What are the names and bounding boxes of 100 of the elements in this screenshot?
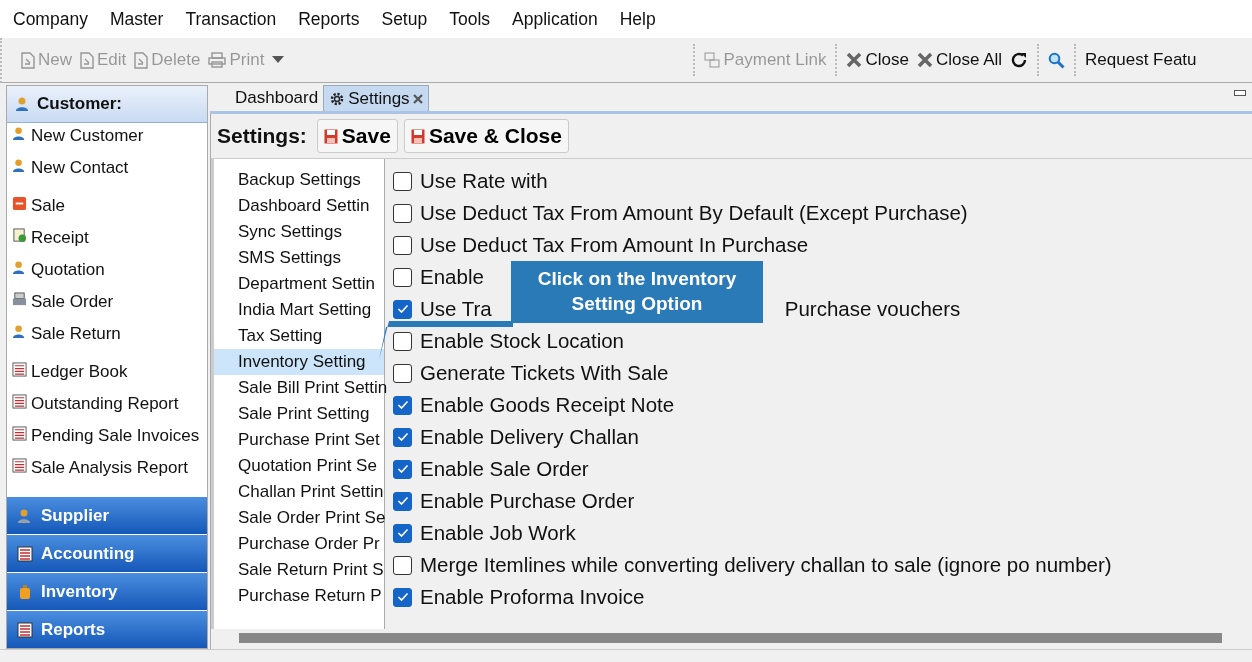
settings-title: Settings: (217, 124, 307, 148)
sidebar-item[interactable]: Sale Analysis Report (7, 458, 207, 490)
option-label: Use Tra (420, 297, 492, 321)
sidebar-item[interactable]: New Contact (7, 158, 207, 190)
sidebar-item[interactable]: Sale Return (7, 324, 207, 356)
sidebar-item[interactable]: Ledger Book (7, 362, 207, 394)
option-label: Use Deduct Tax From Amount In Purchase (420, 233, 809, 257)
settings-category[interactable]: Sale Return Print S (214, 557, 384, 583)
sidebar-item[interactable]: Quotation (7, 260, 207, 292)
close-button[interactable]: Close All (913, 48, 1006, 72)
settings-category[interactable]: Sale Bill Print Settin (214, 375, 384, 401)
checkbox[interactable] (393, 459, 412, 479)
save-button[interactable]: Save (316, 119, 398, 153)
tab[interactable]: Settings (323, 85, 429, 111)
checkbox[interactable] (393, 171, 412, 191)
settings-category[interactable]: Purchase Print Set (214, 427, 384, 453)
sidebar-section-header[interactable]: Accounting (7, 534, 207, 572)
report-icon (12, 362, 27, 377)
sidebar-item[interactable]: New Customer (7, 126, 207, 158)
option-label: Use Rate with (420, 169, 548, 193)
settings-category[interactable]: Quotation Print Se (214, 453, 384, 479)
settings-icon (329, 90, 346, 107)
checkbox[interactable] (393, 363, 412, 383)
sidebar-item[interactable]: Pending Sale Invoices (7, 426, 207, 458)
settings-category[interactable]: Purchase Order Pr (214, 531, 384, 557)
person-icon (12, 158, 27, 173)
settings-category[interactable]: Sale Print Setting (214, 401, 384, 427)
settings-category[interactable]: Sale Order Print Se (214, 505, 384, 531)
settings-category[interactable]: Dashboard Settin (214, 193, 384, 219)
person-icon (12, 324, 27, 339)
settings-category[interactable]: Purchase Return P (214, 583, 384, 609)
report-icon (17, 621, 33, 638)
checkbox[interactable] (393, 203, 412, 223)
checkbox[interactable] (393, 427, 412, 447)
check-icon (396, 496, 409, 506)
sidebar-item[interactable]: Outstanding Report (7, 394, 207, 426)
sidebar-item[interactable]: Sale Order (7, 292, 207, 324)
menu-item[interactable]: Help (619, 8, 656, 30)
settings-category[interactable]: Backup Settings (214, 167, 384, 193)
caret-icon (272, 56, 285, 64)
settings-category[interactable]: Inventory Setting (214, 349, 384, 375)
checkbox[interactable] (393, 235, 412, 255)
checkbox[interactable] (393, 267, 412, 287)
bottle-icon (17, 583, 33, 600)
sidebar-section-header[interactable]: Supplier (7, 496, 207, 534)
menu-item[interactable]: Setup (381, 8, 428, 30)
checkbox[interactable] (393, 395, 412, 415)
menu-item[interactable]: Master (109, 8, 164, 30)
document-icon (21, 51, 35, 69)
option-label: Enable Proforma Invoice (420, 585, 645, 609)
check-icon (396, 432, 409, 442)
option-label: Enable Goods Receipt Note (420, 393, 675, 417)
request-feature-button[interactable]: Request Featu (1082, 48, 1200, 72)
option-label: Use Deduct Tax From Amount By Default (Except Purchase) (420, 201, 968, 225)
close-button[interactable]: Close (843, 48, 912, 72)
save-icon (323, 128, 338, 144)
menu-item[interactable]: Tools (449, 8, 491, 30)
settings-category[interactable]: Challan Print Settin (214, 479, 384, 505)
settings-category[interactable]: Sync Settings (214, 219, 384, 245)
sale-icon (12, 196, 27, 211)
person-icon (15, 96, 31, 112)
close-icon (916, 52, 933, 68)
sidebar-item[interactable]: Receipt (7, 228, 207, 260)
settings-category[interactable]: India Mart Setting (214, 297, 384, 323)
customer-section-header[interactable]: Customer: (7, 86, 207, 123)
check-icon (396, 528, 409, 538)
settings-category[interactable]: Department Settin (214, 271, 384, 297)
scrollbar-thumb[interactable] (239, 633, 1222, 643)
checkbox[interactable] (393, 555, 412, 575)
close-icon[interactable] (412, 93, 423, 104)
menu-item[interactable]: Transaction (185, 8, 277, 30)
menu-item[interactable]: Application (512, 8, 598, 30)
check-icon (396, 592, 409, 602)
menu-item[interactable]: Company (13, 8, 88, 30)
sidebar-section-header[interactable]: Inventory (7, 572, 207, 610)
report-icon (12, 458, 27, 473)
option-label: Generate Tickets With Sale (420, 361, 669, 385)
checkbox[interactable] (393, 331, 412, 351)
sidebar-section-header[interactable]: Reports (7, 610, 207, 648)
save-close-button[interactable]: Save & Close (403, 119, 569, 153)
checkbox[interactable] (393, 587, 412, 607)
tab[interactable]: Dashboard (230, 85, 324, 110)
minimize-icon[interactable] (1234, 90, 1246, 96)
report-icon (12, 426, 27, 441)
menu-item[interactable]: Reports (298, 8, 360, 30)
sidebar-item[interactable]: Sale (7, 196, 207, 228)
check-icon (396, 464, 409, 474)
settings-category[interactable]: SMS Settings (214, 245, 384, 271)
option-label: Enable Stock Location (420, 329, 624, 353)
option-label: Enable Sale Order (420, 457, 589, 481)
checkbox[interactable] (393, 523, 412, 543)
checkbox[interactable] (393, 299, 412, 319)
option-label: Enable Delivery Challan (420, 425, 639, 449)
link-icon (704, 52, 721, 68)
report-icon (17, 545, 33, 562)
person-icon (12, 260, 27, 275)
document-icon (134, 51, 149, 69)
checkbox[interactable] (393, 491, 412, 511)
document-icon (80, 51, 94, 69)
option-label: Merge Itemlines while converting delivery challan to sale (ignore po number) (420, 553, 1112, 577)
